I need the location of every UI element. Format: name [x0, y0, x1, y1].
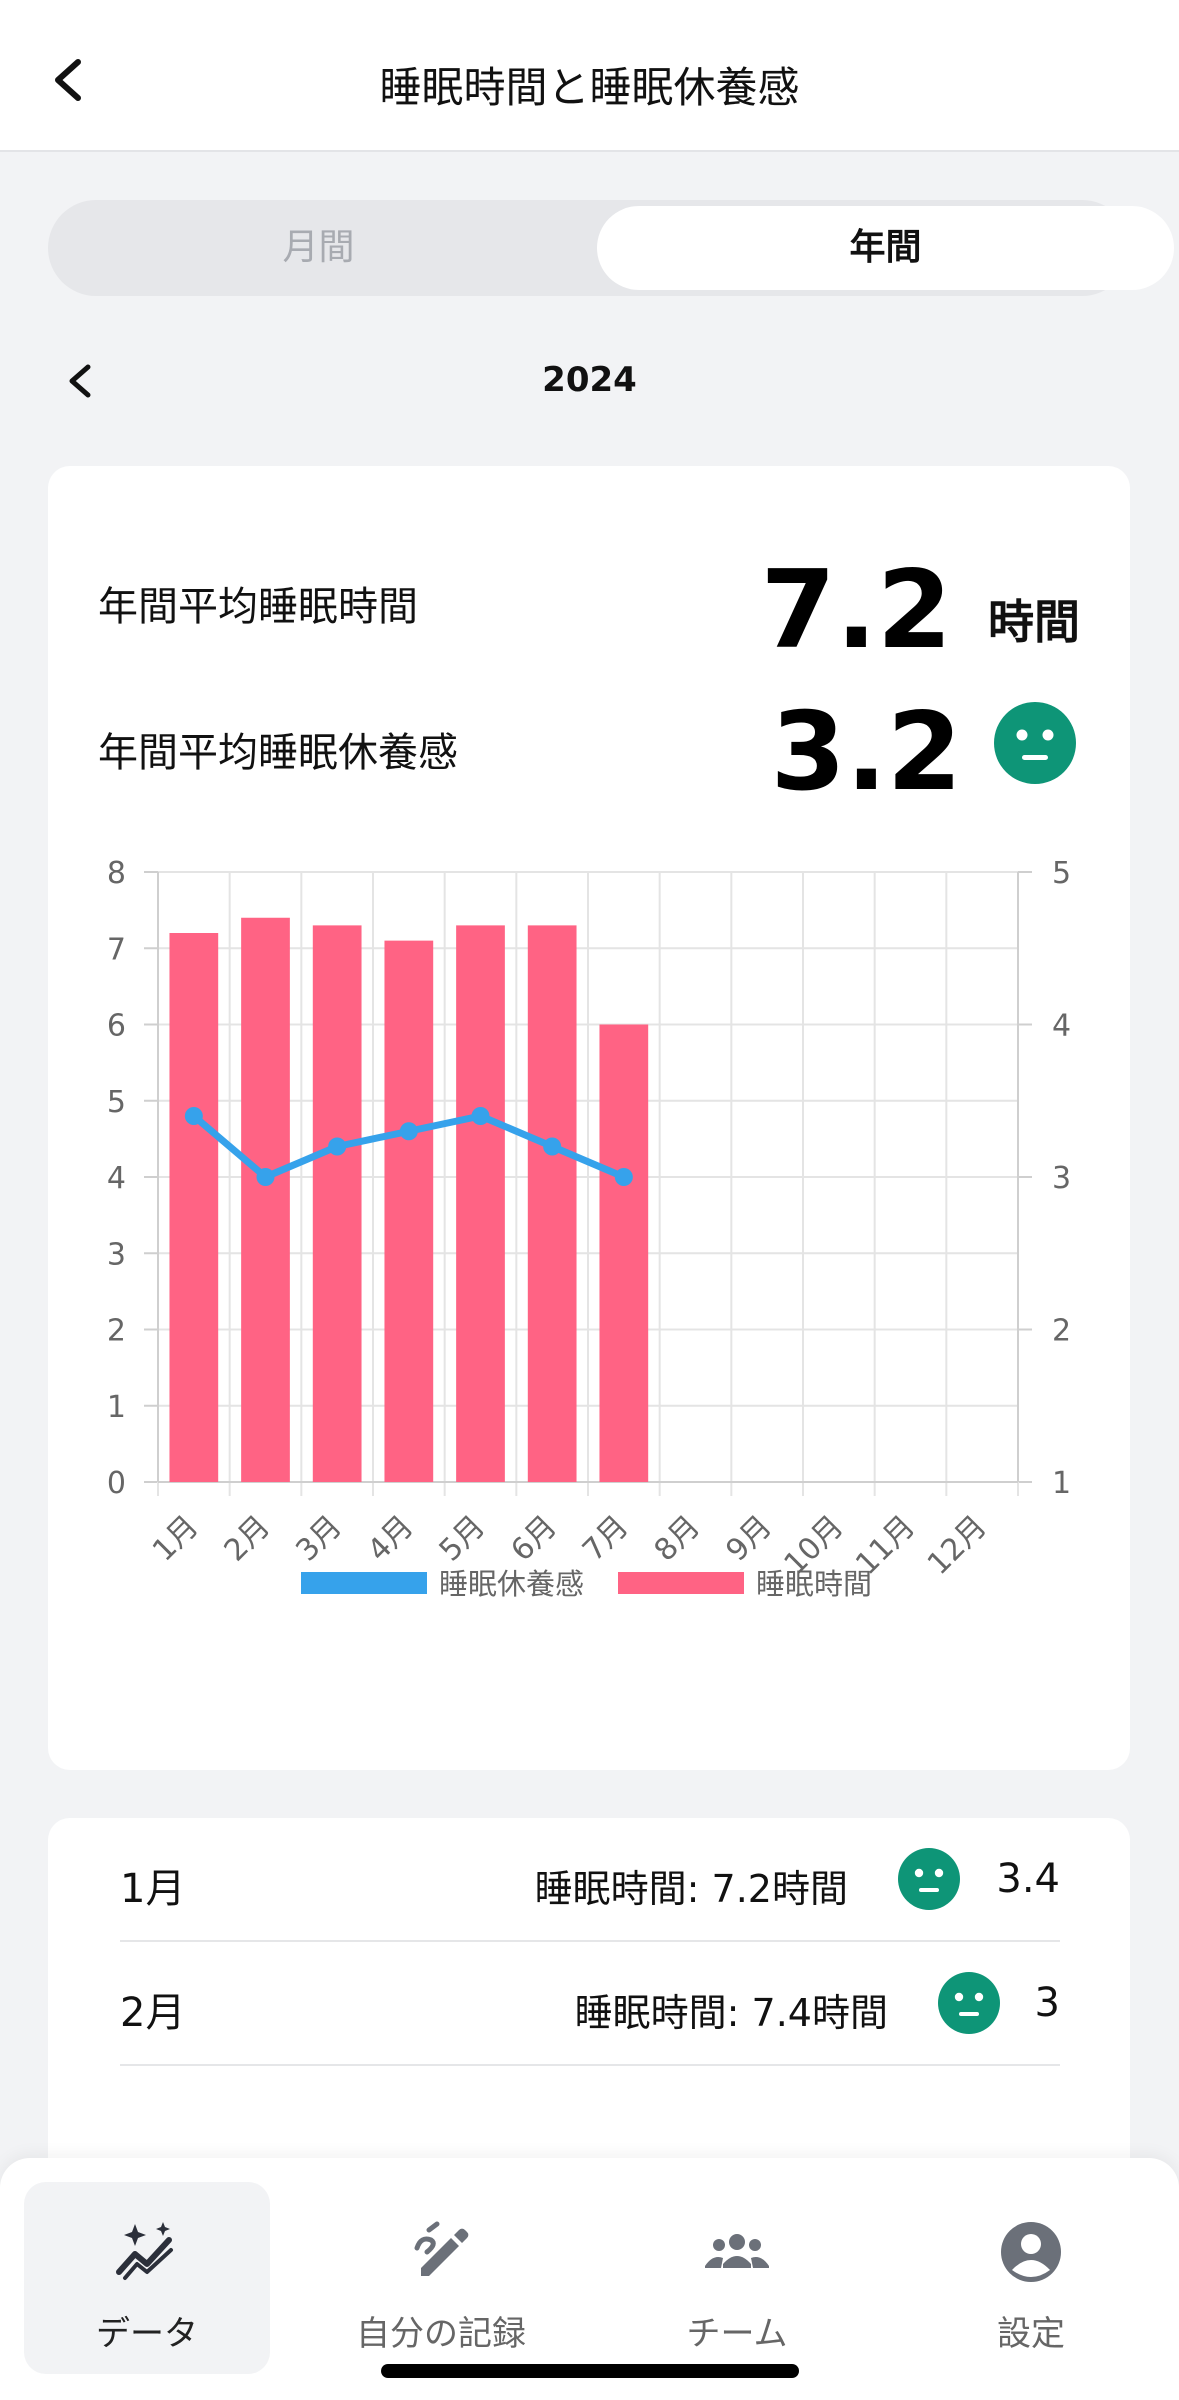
y-right-tick-label: 2 [1052, 1314, 1071, 1349]
list-item[interactable]: 1月 睡眠時間: 7.2時間 3.4 [120, 1818, 1060, 1942]
app-header: 睡眠時間と睡眠休養感 [0, 0, 1179, 152]
tab-monthly[interactable]: 月間 [48, 200, 589, 296]
y-left-tick-label: 7 [107, 932, 126, 967]
bar-sleep-hours [527, 925, 577, 1482]
tab-settings[interactable]: 設定 [908, 2182, 1154, 2374]
page-title: 睡眠時間と睡眠休養感 [379, 63, 800, 112]
sparkle-chart-icon [116, 2222, 173, 2280]
edit-pencil-icon [414, 2221, 469, 2276]
point-rest-score [256, 1168, 275, 1186]
tab-team[interactable]: チーム [614, 2182, 860, 2374]
avg-rest-value: 3.2 [770, 690, 962, 815]
tab-label: チーム [686, 2314, 788, 2354]
row-month: 1月 [120, 1866, 186, 1912]
y-right-tick-label: 3 [1052, 1161, 1071, 1196]
summary-card: 年間平均睡眠時間 7.2 時間 年間平均睡眠休養感 3.2 0 1 2 3 4 5 6 7 8 1… [48, 466, 1130, 1770]
list-item[interactable]: 2月 睡眠時間: 7.4時間 3 [120, 1942, 1060, 2066]
avg-sleep-label: 年間平均睡眠時間 [98, 584, 418, 630]
group-icon [705, 2234, 769, 2268]
x-tick-label: 12月 [921, 1509, 994, 1582]
avg-rest-label: 年間平均睡眠休養感 [98, 730, 458, 776]
legend-swatch [618, 1572, 744, 1594]
legend-label: 睡眠休養感 [439, 1567, 584, 1601]
x-tick-label: 4月 [361, 1509, 420, 1568]
bar-sleep-hours [384, 940, 434, 1482]
y-left-tick-label: 5 [107, 1085, 126, 1120]
row-month: 2月 [120, 1990, 186, 2036]
x-tick-label: 5月 [433, 1509, 492, 1568]
point-rest-score [543, 1137, 562, 1156]
bar-sleep-hours [599, 1024, 649, 1482]
sleep-chart: 012345678123451月 2月 3月 4月 5月 6月 7月 8月 9月10月11月12… [107, 856, 1071, 1601]
row-rest-score: 3.4 [996, 1856, 1060, 1902]
point-rest-score [184, 1107, 203, 1125]
account-circle-icon [1001, 2222, 1061, 2282]
bar-sleep-hours [456, 925, 505, 1482]
x-tick-label: 2月 [218, 1509, 277, 1568]
tab-label: 自分の記録 [356, 2314, 526, 2354]
avg-sleep-value: 7.2 [760, 548, 952, 673]
x-tick-label: 3月 [289, 1509, 348, 1568]
bar-sleep-hours [241, 917, 290, 1482]
y-left-tick-label: 2 [107, 1314, 126, 1349]
y-left-tick-label: 1 [107, 1390, 126, 1425]
y-right-tick-label: 1 [1052, 1466, 1071, 1501]
x-tick-label: 9月 [719, 1509, 778, 1568]
tab-label: 設定 [997, 2314, 1065, 2354]
bar-sleep-hours [312, 925, 362, 1482]
home-indicator [381, 2364, 799, 2378]
row-sleep-detail: 睡眠時間: 7.4時間 [574, 1991, 888, 2035]
y-left-tick-label: 4 [107, 1161, 126, 1196]
y-left-tick-label: 0 [107, 1466, 126, 1501]
x-tick-label: 7月 [576, 1509, 635, 1568]
legend-swatch [301, 1572, 427, 1594]
period-segmented-control: 月間 年間 [48, 200, 1174, 296]
x-tick-label: 1月 [146, 1509, 205, 1568]
point-rest-score [328, 1137, 347, 1156]
y-right-tick-label: 4 [1052, 1009, 1071, 1044]
neutral-face-icon [994, 702, 1076, 784]
x-tick-label: 8月 [648, 1509, 707, 1568]
year-label: 2024 [542, 360, 637, 400]
y-right-tick-label: 5 [1052, 856, 1071, 891]
point-rest-score [471, 1107, 490, 1125]
y-left-tick-label: 8 [107, 856, 126, 891]
neutral-face-icon [898, 1848, 960, 1910]
avg-sleep-unit: 時間 [988, 595, 1080, 649]
tab-my-records[interactable]: 自分の記録 [318, 2182, 564, 2374]
x-tick-label: 6月 [504, 1509, 563, 1568]
row-sleep-detail: 睡眠時間: 7.2時間 [534, 1867, 848, 1911]
tab-label: データ [96, 2314, 198, 2354]
point-rest-score [399, 1122, 418, 1141]
row-rest-score: 3 [1034, 1980, 1060, 2026]
tab-yearly[interactable]: 年間 [597, 206, 1174, 290]
y-left-tick-label: 3 [107, 1237, 126, 1272]
tab-data[interactable]: データ [24, 2182, 270, 2374]
y-left-tick-label: 6 [107, 1009, 126, 1044]
point-rest-score [614, 1168, 633, 1186]
bar-sleep-hours [169, 933, 219, 1482]
legend-label: 睡眠時間 [756, 1567, 872, 1601]
